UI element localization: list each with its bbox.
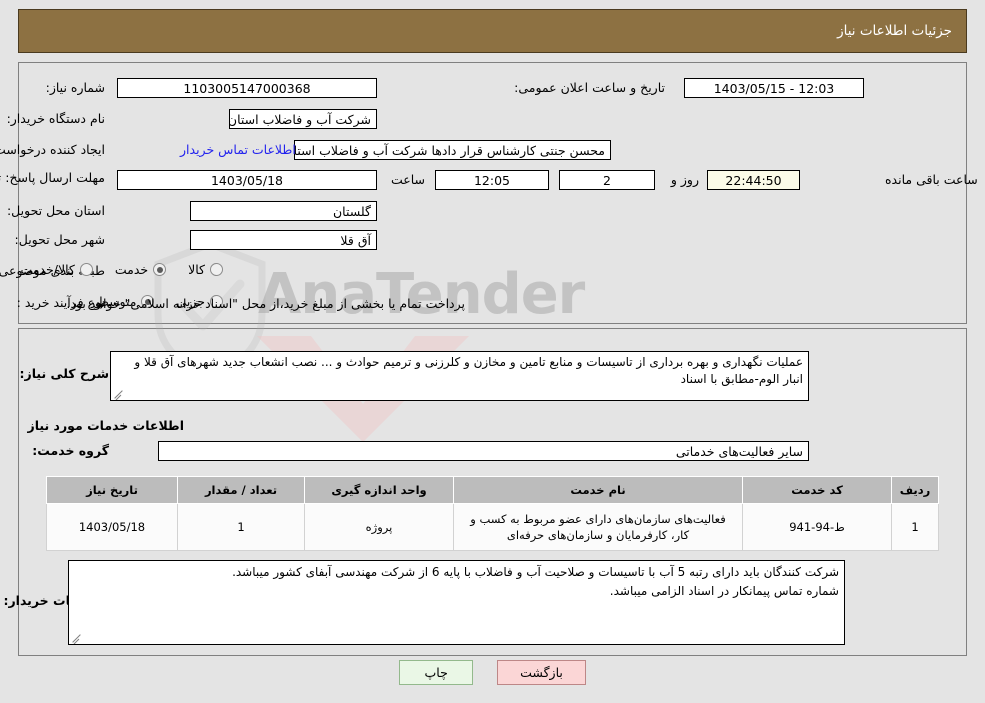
category-radio-label: خدمت [114,262,149,277]
deadline-time-value: 12:05 [435,170,549,190]
category-radio-kala-khedmat[interactable]: کالا/خدمت [20,262,93,277]
cell-code: ط-94-941 [742,503,892,551]
city-value: آق قلا [190,230,377,250]
category-radio-kala[interactable]: کالا [188,262,223,277]
category-radio-group[interactable]: کالا خدمت کالا/خدمت [0,262,223,277]
services-section-title: اطلاعات خدمات مورد نیاز [27,418,185,433]
cell-row: 1 [891,503,939,551]
announce-datetime-label: تاریخ و ساعت اعلان عمومی: [514,80,665,95]
cell-quantity: 1 [177,503,305,551]
category-radio-khedmat[interactable]: خدمت [114,262,167,277]
th-date: تاریخ نیاز [46,476,178,504]
services-table: ردیف کد خدمت نام خدمت واحد اندازه گیری ت… [46,476,939,551]
need-number-value: 1103005147000368 [117,78,377,98]
remaining-days-suffix: روز و [670,172,699,187]
resize-grip-icon[interactable] [113,387,125,399]
requester-label: ایجاد کننده درخواست: [0,142,105,157]
province-value: گلستان [190,201,377,221]
announce-datetime-value: 1403/05/15 - 12:03 [684,78,864,98]
print-button[interactable]: چاپ [399,660,474,685]
need-info-panel [18,62,967,324]
province-row: استان محل تحویل: [7,203,105,218]
buyer-org-value: شرکت آب و فاضلاب استان گلستان [229,109,377,129]
buyer-contact-link[interactable]: اطلاعات تماس خریدار [180,142,296,157]
remaining-days-value: 2 [559,170,655,190]
page-header-bar: جزئیات اطلاعات نیاز [18,9,967,53]
requester-row: ایجاد کننده درخواست: [0,142,105,157]
city-row: شهر محل تحویل: [15,232,105,247]
deadline-date-value: 1403/05/18 [117,170,377,190]
payment-note: پرداخت تمام یا بخشی از مبلغ خرید،از محل … [66,296,465,311]
radio-selected-icon[interactable] [153,263,167,276]
table-row: 1 ط-94-941 فعالیت‌های سازمان‌های دارای ع… [46,503,939,551]
radio-icon[interactable] [210,263,223,276]
buyer-notes-line2: شماره تماس پیمانکار در اسناد الزامی میبا… [609,584,839,598]
category-radio-label: کالا/خدمت [20,262,75,277]
th-code: کد خدمت [742,476,892,504]
th-unit: واحد اندازه گیری [304,476,454,504]
description-textarea[interactable]: عملیات نگهداری و بهره برداری از تاسیسات … [110,351,809,401]
province-label: استان محل تحویل: [6,203,105,218]
cell-unit: پروژه [304,503,454,551]
resize-grip-icon[interactable] [71,631,83,643]
back-button[interactable]: بازگشت [497,660,586,685]
deadline-label: مهلت ارسال پاسخ: تا تاریخ: [0,170,105,185]
category-radio-label: کالا [188,262,205,277]
action-buttons: بازگشت چاپ [0,660,985,685]
cell-need-date: 1403/05/18 [46,503,178,551]
service-group-value: سایر فعالیت‌های خدماتی [158,441,809,461]
need-number-row: شماره نیاز: [46,80,105,95]
buyer-org-label: نام دستگاه خریدار: [6,111,105,126]
th-name: نام خدمت [453,476,743,504]
deadline-time-label: ساعت [390,172,425,187]
countdown-timer-value: 22:44:50 [707,170,800,190]
services-table-head: ردیف کد خدمت نام خدمت واحد اندازه گیری ت… [46,476,939,504]
countdown-suffix: ساعت باقی مانده [885,172,978,187]
buyer-notes-line1: شرکت کنندگان باید دارای رتبه 5 آب با تاس… [232,565,839,579]
services-table-body: 1 ط-94-941 فعالیت‌های سازمان‌های دارای ع… [46,503,939,551]
table-header-row: ردیف کد خدمت نام خدمت واحد اندازه گیری ت… [46,476,939,504]
page-root: AnaTender جزئیات اطلاعات نیاز شماره نیاز… [0,0,985,703]
need-number-label: شماره نیاز: [45,80,105,95]
page-title: جزئیات اطلاعات نیاز [837,23,952,39]
description-label: شرح کلی نیاز: [19,366,109,381]
city-label: شهر محل تحویل: [14,232,105,247]
th-row: ردیف [891,476,939,504]
description-value: عملیات نگهداری و بهره برداری از تاسیسات … [134,355,803,386]
th-quantity: تعداد / مقدار [177,476,305,504]
requester-value: محسن جنتی کارشناس قرار دادها شرکت آب و ف… [294,140,611,160]
buyer-notes-textarea[interactable]: شرکت کنندگان باید دارای رتبه 5 آب با تاس… [68,560,845,645]
service-group-label: گروه خدمت: [32,443,109,458]
buyer-org-row: نام دستگاه خریدار: [7,111,105,126]
cell-name: فعالیت‌های سازمان‌های دارای عضو مربوط به… [453,503,743,551]
radio-icon[interactable] [79,263,93,276]
